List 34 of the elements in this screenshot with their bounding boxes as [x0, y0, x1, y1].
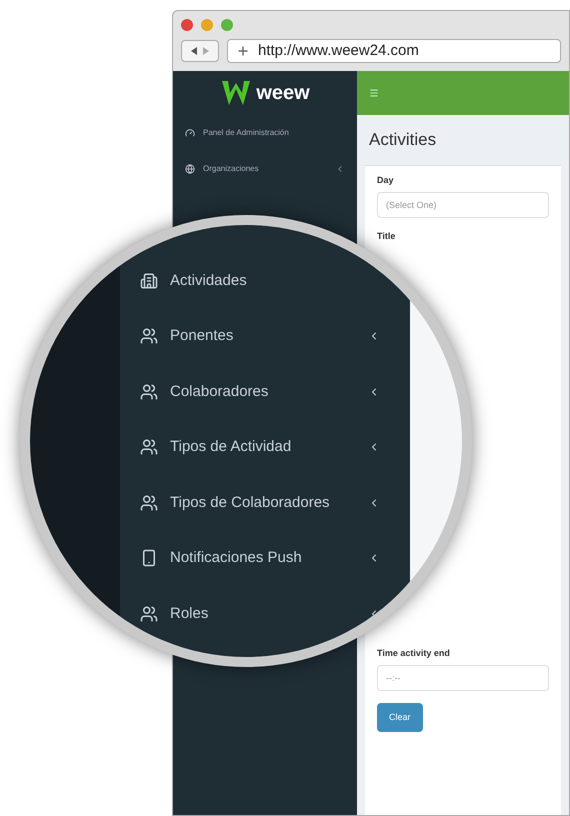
input-field[interactable]: --:-- — [377, 664, 549, 690]
back-forward-buttons[interactable] — [181, 40, 219, 62]
menu-icon[interactable] — [369, 88, 379, 98]
users-icon — [140, 327, 158, 346]
url-text: http://www.weew24.com — [258, 40, 419, 61]
users-icon — [140, 494, 158, 512]
sidebar-item[interactable]: Roles — [120, 586, 410, 642]
gauge-icon — [185, 128, 195, 138]
users-icon — [140, 604, 158, 623]
clear-button[interactable]: Clear — [377, 702, 423, 732]
field-label: Day — [377, 174, 395, 187]
w-logo-icon — [220, 79, 252, 107]
sidebar-item[interactable]: Tipos de Colaboradores — [120, 475, 410, 530]
building-icon — [140, 272, 158, 290]
field-label: Time activity end — [377, 647, 451, 660]
back-icon — [190, 47, 198, 55]
sidebar-item[interactable]: Organizaciones — [173, 151, 357, 187]
page-title: Activities — [369, 130, 436, 149]
field-label: Title — [377, 230, 396, 242]
phone-icon — [140, 549, 158, 568]
sidebar-item[interactable]: Colaboradores — [120, 364, 410, 420]
logo-text: weew — [256, 83, 310, 103]
forward-icon — [202, 47, 210, 55]
sidebar-item[interactable]: Ponentes — [120, 308, 410, 364]
address-bar[interactable]: http://www.weew24.com — [227, 39, 561, 63]
input-field[interactable]: (Select One) — [377, 192, 549, 218]
globe-icon — [185, 164, 195, 174]
sidebar-item[interactable]: Tipos de Actividad — [120, 420, 410, 475]
users-icon — [140, 382, 158, 401]
users-icon — [140, 438, 158, 456]
sidebar-item[interactable]: Actividades — [120, 253, 410, 308]
sidebar-item[interactable]: Notificaciones Push — [120, 530, 410, 586]
sidebar-item[interactable]: Panel de Administración — [173, 115, 357, 151]
plus-icon — [236, 44, 250, 58]
